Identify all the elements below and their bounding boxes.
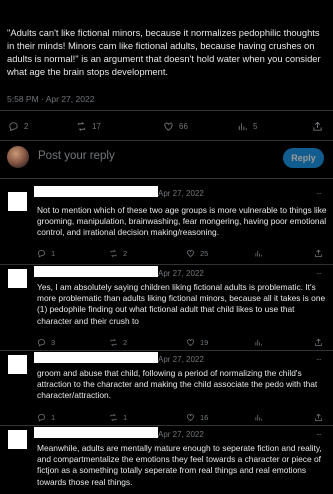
retweet-action[interactable]: 2 — [109, 246, 127, 260]
views-count: 5 — [253, 121, 258, 131]
heart-icon — [187, 413, 194, 421]
retweet-action[interactable]: 17 — [76, 119, 101, 133]
share-action[interactable] — [314, 410, 323, 424]
divider — [0, 350, 333, 351]
redacted-name — [34, 186, 158, 197]
like-count: 16 — [200, 412, 209, 422]
share-icon — [315, 413, 322, 421]
reply-icon — [9, 121, 18, 131]
reply-date[interactable]: Apr 27, 2022 — [158, 430, 204, 439]
retweet-count: 1 — [123, 412, 128, 422]
more-icon[interactable]: ··· — [316, 430, 322, 439]
views-action[interactable] — [254, 410, 263, 424]
share-action[interactable] — [314, 246, 323, 260]
like-count: 66 — [179, 121, 188, 131]
divider — [0, 110, 333, 111]
views-icon — [255, 339, 262, 345]
reply-action[interactable]: 3 — [37, 335, 55, 349]
reply-date[interactable]: Apr 27, 2022 — [158, 269, 204, 278]
reply-action[interactable]: 1 — [37, 246, 55, 260]
reply-icon — [38, 338, 45, 347]
retweet-count: 17 — [92, 121, 101, 131]
reply-count: 1 — [51, 412, 56, 422]
avatar[interactable] — [8, 430, 27, 449]
like-count: 19 — [200, 337, 209, 347]
retweet-count: 2 — [123, 337, 128, 347]
retweet-action[interactable]: 2 — [109, 335, 127, 349]
like-action[interactable]: 25 — [186, 246, 208, 260]
views-action[interactable] — [254, 335, 263, 349]
share-action[interactable] — [312, 119, 323, 133]
reply-action[interactable]: 2 — [8, 119, 28, 133]
reply-date[interactable]: Apr 27, 2022 — [158, 189, 204, 198]
reply-input[interactable]: Post your reply — [38, 150, 115, 162]
redacted-name — [34, 352, 158, 363]
share-icon — [315, 338, 322, 346]
reply-date[interactable]: Apr 27, 2022 — [158, 355, 204, 364]
heart-icon — [187, 338, 194, 346]
reply-count: 3 — [51, 337, 56, 347]
retweet-icon — [110, 338, 117, 346]
reply-actions: 3 2 19 — [34, 335, 324, 347]
avatar[interactable] — [7, 146, 29, 168]
views-action[interactable] — [254, 246, 263, 260]
retweet-count: 2 — [123, 248, 128, 258]
like-action[interactable]: 66 — [163, 119, 188, 133]
redacted-name — [34, 266, 158, 277]
reply-count: 2 — [24, 121, 29, 131]
heart-icon — [187, 249, 194, 257]
retweet-icon — [110, 413, 117, 421]
reply-text: Yes, I am absolutely saying children lik… — [37, 282, 326, 326]
retweet-icon — [77, 121, 86, 131]
reply-text: groom and abuse that child, following a … — [37, 368, 318, 401]
post-text: "Adults can't like fictional minors, bec… — [7, 27, 321, 77]
views-icon — [255, 414, 262, 420]
post-timestamp[interactable]: 5:58 PM · Apr 27, 2022 — [7, 94, 94, 104]
post-actions: 2 17 66 5 — [0, 119, 333, 133]
views-icon — [255, 250, 262, 256]
reply-actions: 1 1 16 — [34, 410, 324, 422]
avatar[interactable] — [8, 192, 27, 211]
like-action[interactable]: 16 — [186, 410, 208, 424]
avatar[interactable] — [8, 269, 27, 288]
reply-button[interactable]: Reply — [283, 148, 324, 168]
reply-icon — [38, 413, 45, 422]
share-action[interactable] — [314, 335, 323, 349]
share-icon — [313, 121, 322, 131]
more-icon[interactable]: ··· — [316, 189, 322, 198]
more-icon[interactable]: ··· — [316, 355, 322, 364]
divider — [0, 425, 333, 426]
like-count: 25 — [200, 248, 209, 258]
divider — [0, 264, 333, 265]
views-icon — [238, 122, 247, 130]
retweet-action[interactable]: 1 — [109, 410, 127, 424]
redacted-name — [34, 427, 158, 438]
reply-count: 1 — [51, 248, 56, 258]
reply-text: Meanwhile, adults are mentally mature en… — [37, 443, 322, 487]
divider — [0, 178, 333, 179]
heart-icon — [164, 122, 173, 131]
reply-icon — [38, 249, 45, 258]
reply-text: Not to mention which of these two age gr… — [37, 205, 327, 238]
avatar[interactable] — [8, 355, 27, 374]
more-icon[interactable]: ··· — [316, 269, 322, 278]
reply-action[interactable]: 1 — [37, 410, 55, 424]
views-action[interactable]: 5 — [237, 119, 257, 133]
reply-actions: 1 2 25 — [34, 246, 324, 258]
like-action[interactable]: 19 — [186, 335, 208, 349]
retweet-icon — [110, 249, 117, 257]
share-icon — [315, 249, 322, 257]
